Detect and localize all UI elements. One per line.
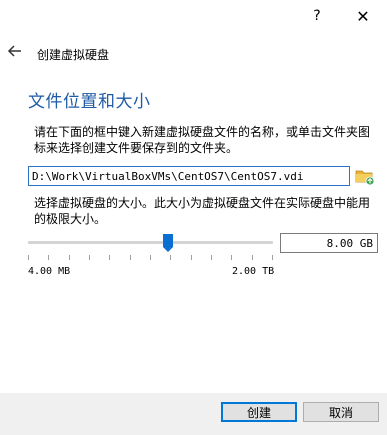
location-description: 请在下面的框中键入新建虚拟硬盘文件的名称，或单击文件夹图标来选择创建文件要保存到… <box>34 125 371 155</box>
folder-browse-icon[interactable] <box>355 166 375 186</box>
arrow-left-icon[interactable] <box>6 42 24 60</box>
slider-tick <box>150 255 151 260</box>
slider-tick <box>272 255 273 260</box>
size-slider[interactable] <box>28 234 273 254</box>
slider-tick <box>89 255 90 260</box>
slider-min-label: 4.00 MB <box>28 266 71 277</box>
help-button[interactable]: ? <box>294 0 340 32</box>
slider-track <box>28 241 273 244</box>
slider-tick <box>170 255 171 260</box>
slider-tick <box>130 255 131 260</box>
cancel-button[interactable]: 取消 <box>303 402 379 422</box>
slider-tick <box>191 255 192 260</box>
size-value-input[interactable] <box>280 233 378 253</box>
file-path-input[interactable] <box>28 166 350 186</box>
slider-tick <box>252 255 253 260</box>
slider-tick <box>231 255 232 260</box>
slider-thumb[interactable] <box>162 234 173 252</box>
slider-max-label: 2.00 TB <box>232 266 275 277</box>
dialog-title: 创建虚拟硬盘 <box>37 48 110 62</box>
create-button[interactable]: 创建 <box>221 402 297 422</box>
slider-tick <box>28 255 29 260</box>
slider-tick <box>48 255 49 260</box>
slider-ticks <box>28 255 273 263</box>
slider-tick <box>69 255 70 260</box>
page-title: 文件位置和大小 <box>28 92 151 112</box>
slider-tick <box>211 255 212 260</box>
close-button[interactable]: ✕ <box>340 0 386 32</box>
size-description: 选择虚拟硬盘的大小。此大小为虚拟硬盘文件在实际硬盘中能用的极限大小。 <box>34 196 371 226</box>
slider-tick <box>109 255 110 260</box>
